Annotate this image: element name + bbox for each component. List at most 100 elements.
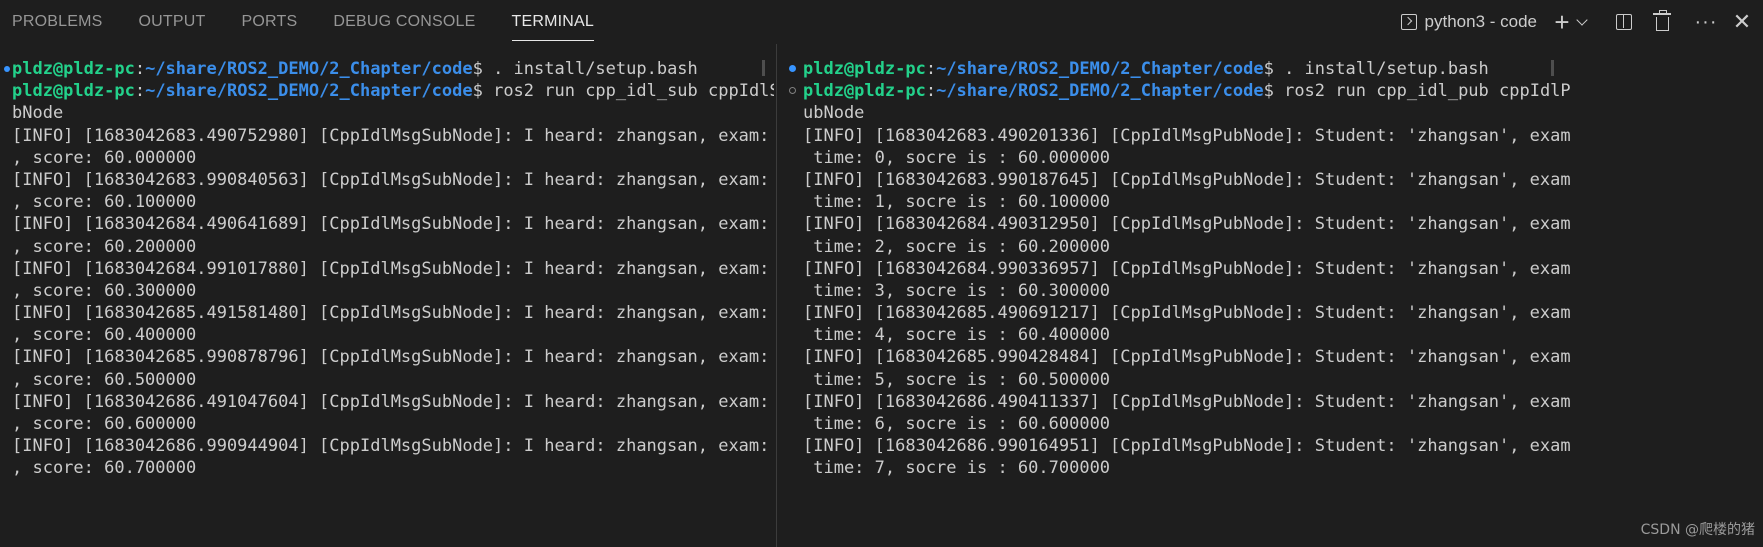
output-text: , score: 60.400000 — [12, 325, 197, 346]
output-text: [INFO] [1683042684.490641689] [CppIdlMsg… — [12, 214, 774, 235]
more-actions-icon: ··· — [1694, 10, 1718, 33]
close-icon: ✕ — [1732, 9, 1752, 34]
command-running-icon[interactable] — [789, 87, 796, 95]
output-text: , score: 60.600000 — [12, 414, 197, 434]
output-text: [INFO] [1683042686.990944904] [CppIdlMsg… — [12, 436, 774, 457]
output-line: [INFO] [1683042686.490411337] [CppIdlMsg… — [784, 391, 1763, 413]
terminal-profile-dropdown[interactable] — [1575, 7, 1589, 37]
output-text: [INFO] [1683042685.990878796] [CppIdlMsg… — [12, 347, 774, 368]
prompt-separator: : — [925, 81, 937, 102]
output-line: , score: 60.000000 — [0, 147, 774, 169]
terminal-left[interactable]: pldz@pldz-pc:~/share/ROS2_DEMO/2_Chapter… — [0, 58, 774, 547]
output-text: , score: 60.700000 — [12, 458, 197, 479]
panel-actions: python3 - code + ··· ✕ — [1397, 0, 1763, 44]
prompt-path: ~/share/ROS2_DEMO/2_Chapter/code — [936, 59, 1264, 79]
split-divider[interactable] — [776, 44, 777, 547]
output-line: ubNode — [784, 102, 1763, 124]
output-text: [INFO] [1683042683.990840563] [CppIdlMsg… — [12, 169, 774, 190]
output-line: bNode — [0, 102, 774, 124]
output-text: time: 1, socre is : 60.100000 — [803, 192, 1111, 213]
tab-ports[interactable]: PORTS — [230, 0, 310, 44]
prompt-user: pldz@pldz-pc — [803, 81, 926, 102]
output-line: time: 1, socre is : 60.100000 — [784, 191, 1763, 213]
output-line: [INFO] [1683042685.491581480] [CppIdlMsg… — [0, 302, 774, 324]
output-line: [INFO] [1683042685.490691217] [CppIdlMsg… — [784, 302, 1763, 324]
output-line: [INFO] [1683042686.990944904] [CppIdlMsg… — [0, 435, 774, 457]
terminal-icon — [1400, 14, 1417, 30]
output-text: [INFO] [1683042685.490691217] [CppIdlMsg… — [803, 303, 1571, 324]
prompt-symbol: $ — [472, 59, 483, 79]
output-line: [INFO] [1683042685.990878796] [CppIdlMsg… — [0, 346, 774, 368]
command-text: ros2 run cpp_idl_sub cppIdlSu — [482, 81, 774, 102]
prompt-path: ~/share/ROS2_DEMO/2_Chapter/code — [145, 59, 473, 79]
prompt-line: pldz@pldz-pc:~/share/ROS2_DEMO/2_Chapter… — [0, 58, 774, 80]
output-line: , score: 60.500000 — [0, 369, 774, 391]
tab-output[interactable]: OUTPUT — [127, 0, 218, 44]
terminal-name: python3 - code — [1424, 12, 1537, 31]
prompt-path: ~/share/ROS2_DEMO/2_Chapter/code — [145, 81, 473, 102]
output-line: [INFO] [1683042686.990164951] [CppIdlMsg… — [784, 435, 1763, 457]
tab-debug-console[interactable]: DEBUG CONSOLE — [321, 0, 487, 44]
output-text: [INFO] [1683042684.490312950] [CppIdlMsg… — [803, 214, 1571, 235]
prompt-symbol: $ — [1263, 81, 1274, 102]
prompt-line: pldz@pldz-pc:~/share/ROS2_DEMO/2_Chapter… — [784, 80, 1763, 102]
kill-terminal-button[interactable] — [1647, 7, 1677, 37]
new-terminal-button[interactable]: + — [1551, 7, 1573, 37]
command-text: ros2 run cpp_idl_pub cppIdlP — [1273, 81, 1571, 102]
output-line: [INFO] [1683042683.990840563] [CppIdlMsg… — [0, 169, 774, 191]
trash-icon — [1652, 10, 1671, 31]
output-line: , score: 60.400000 — [0, 324, 774, 346]
more-actions-button[interactable]: ··· — [1691, 7, 1721, 37]
output-line: time: 4, socre is : 60.400000 — [784, 324, 1763, 346]
output-text: time: 7, socre is : 60.700000 — [803, 458, 1111, 479]
command-text: . install/setup.bash — [482, 59, 698, 79]
panel-header: PROBLEMS OUTPUT PORTS DEBUG CONSOLE TERM… — [0, 0, 1763, 44]
output-line: [INFO] [1683042683.490201336] [CppIdlMsg… — [784, 125, 1763, 147]
prompt-separator: : — [134, 81, 146, 102]
prompt-line: pldz@pldz-pc:~/share/ROS2_DEMO/2_Chapter… — [784, 58, 1763, 80]
close-panel-button[interactable]: ✕ — [1727, 7, 1757, 37]
command-success-icon[interactable] — [4, 66, 10, 72]
tab-problems[interactable]: PROBLEMS — [0, 0, 115, 44]
output-text: [INFO] [1683042683.490201336] [CppIdlMsg… — [803, 125, 1571, 146]
output-text: , score: 60.500000 — [12, 369, 197, 390]
output-line: , score: 60.300000 — [0, 280, 774, 302]
output-line: time: 0, socre is : 60.000000 — [784, 147, 1763, 169]
output-text: ubNode — [803, 103, 865, 124]
output-text: , score: 60.100000 — [12, 192, 197, 213]
split-terminal-button[interactable] — [1609, 7, 1639, 37]
prompt-user: pldz@pldz-pc — [803, 59, 926, 79]
output-text: [INFO] [1683042685.491581480] [CppIdlMsg… — [12, 303, 774, 324]
output-line: time: 6, socre is : 60.600000 — [784, 413, 1763, 435]
tab-terminal[interactable]: TERMINAL — [500, 0, 607, 44]
output-text: time: 5, socre is : 60.500000 — [803, 369, 1111, 390]
output-text: [INFO] [1683042686.491047604] [CppIdlMsg… — [12, 391, 774, 412]
output-line: [INFO] [1683042686.491047604] [CppIdlMsg… — [0, 391, 774, 413]
output-line: , score: 60.200000 — [0, 236, 774, 258]
output-text: [INFO] [1683042686.490411337] [CppIdlMsg… — [803, 391, 1571, 412]
split-terminal-icon — [1616, 14, 1632, 30]
prompt-path: ~/share/ROS2_DEMO/2_Chapter/code — [936, 81, 1264, 102]
output-line: [INFO] [1683042684.990336957] [CppIdlMsg… — [784, 258, 1763, 280]
command-text: . install/setup.bash — [1273, 59, 1489, 79]
output-text: , score: 60.200000 — [12, 236, 197, 257]
prompt-line: pldz@pldz-pc:~/share/ROS2_DEMO/2_Chapter… — [0, 80, 774, 102]
terminal-right[interactable]: pldz@pldz-pc:~/share/ROS2_DEMO/2_Chapter… — [784, 58, 1763, 547]
output-text: time: 0, socre is : 60.000000 — [803, 147, 1111, 168]
command-success-icon[interactable] — [789, 65, 796, 72]
panel-tabs: PROBLEMS OUTPUT PORTS DEBUG CONSOLE TERM… — [0, 0, 618, 44]
output-text: time: 4, socre is : 60.400000 — [803, 325, 1111, 346]
watermark: CSDN @爬楼的猪 — [1640, 522, 1755, 538]
output-line: , score: 60.700000 — [0, 457, 774, 479]
prompt-symbol: $ — [472, 81, 483, 102]
output-line: [INFO] [1683042684.490641689] [CppIdlMsg… — [0, 213, 774, 235]
prompt-user: pldz@pldz-pc — [12, 59, 135, 79]
prompt-symbol: $ — [1263, 59, 1274, 79]
output-text: [INFO] [1683042683.490752980] [CppIdlMsg… — [12, 125, 774, 146]
output-line: , score: 60.100000 — [0, 191, 774, 213]
output-line: time: 2, socre is : 60.200000 — [784, 236, 1763, 258]
output-text: , score: 60.300000 — [12, 280, 197, 301]
terminal-selector[interactable]: python3 - code — [1397, 7, 1541, 37]
output-line: [INFO] [1683042685.990428484] [CppIdlMsg… — [784, 346, 1763, 368]
output-line: , score: 60.600000 — [0, 413, 774, 435]
